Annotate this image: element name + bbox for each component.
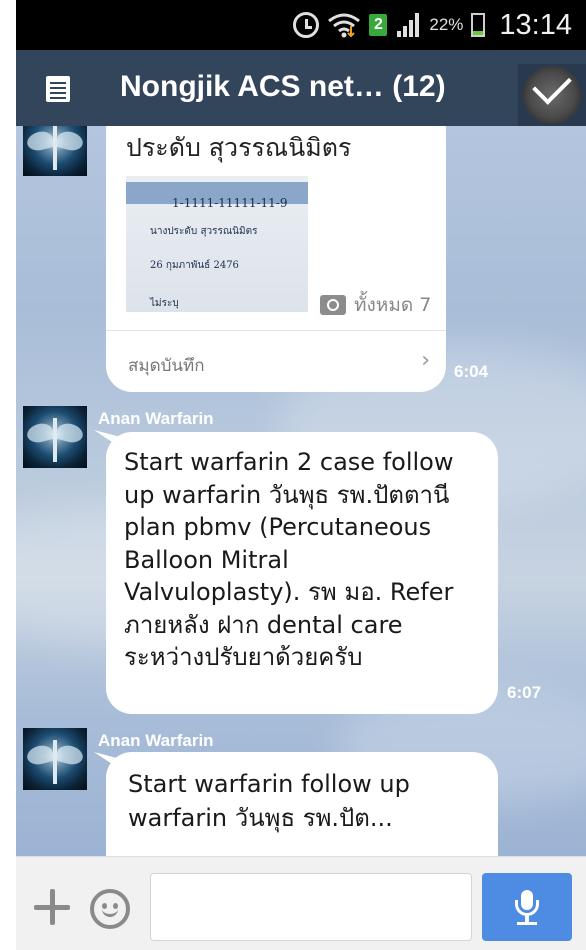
chat-header: Nongjik ACS net… (12)	[16, 50, 586, 126]
message-line: Start warfarin 2 case follow	[124, 448, 454, 476]
album-post-title: ประดับ สุวรรณนิมิตร	[126, 133, 352, 162]
note-list-icon[interactable]	[46, 76, 70, 102]
chevron-right-icon: ›	[421, 348, 430, 373]
message-line: ภายหลัง ฝาก dental care	[124, 610, 403, 639]
avatar[interactable]	[23, 126, 87, 176]
avatar[interactable]	[23, 728, 87, 790]
confirm-button[interactable]	[518, 64, 586, 126]
status-bar: 2 22% 13:14	[16, 0, 586, 50]
chat-title: Nongjik ACS net… (12)	[120, 70, 446, 103]
signal-icon	[395, 13, 421, 37]
album-post-bubble[interactable]: ประดับ สุวรรณนิมิตร 1-1111-11111-11-9 นา…	[106, 126, 446, 392]
message-list[interactable]: ประดับ สุวรรณนิมิตร 1-1111-11111-11-9 นา…	[16, 126, 586, 856]
message-line: Start warfarin follow up	[128, 770, 410, 798]
message-time: 6:04	[454, 362, 489, 381]
message-input-bar	[16, 856, 586, 950]
battery-percent: 22%	[429, 15, 464, 34]
sender-name: Anan Warfarin	[98, 731, 214, 750]
voice-message-button[interactable]	[482, 873, 572, 941]
wifi-icon	[327, 12, 361, 38]
message-line: plan pbmv (Percutaneous	[124, 513, 432, 541]
message-line: warfarin วันพุธ รพ.ปัต...	[128, 804, 393, 832]
battery-icon	[471, 13, 486, 37]
message-line: ระหว่างปรับยาด้วยครับ	[124, 643, 363, 671]
sim-slot-badge: 2	[369, 14, 388, 36]
message-bubble[interactable]: Start warfarin follow up warfarin วันพุธ…	[106, 752, 498, 856]
message-time: 6:07	[507, 683, 542, 702]
line-chat-screen: 2 22% 13:14 Nongjik ACS net… (12) ประดับ…	[16, 0, 586, 950]
emoji-icon[interactable]	[90, 889, 130, 929]
message-line: up warfarin วันพุธ รพ.ปัตตานี	[124, 480, 450, 509]
message-line: Valvuloplasty). รพ มอ. Refer	[124, 578, 454, 606]
divider	[106, 330, 446, 331]
camera-icon	[320, 295, 346, 315]
message-line: Balloon Mitral	[124, 545, 289, 574]
notes-link[interactable]: สมุดบันทึก	[128, 352, 205, 379]
alarm-icon	[293, 12, 320, 38]
sender-name: Anan Warfarin	[98, 409, 214, 428]
message-input[interactable]	[150, 873, 472, 941]
plus-icon[interactable]	[32, 887, 72, 927]
check-icon	[523, 65, 581, 124]
photo-count[interactable]: ทั้งหมด 7	[320, 290, 431, 320]
status-clock: 13:14	[499, 8, 572, 41]
avatar[interactable]	[23, 406, 87, 468]
album-photo[interactable]: 1-1111-11111-11-9 นางประดับ สุวรรณนิมิตร…	[126, 176, 308, 312]
message-bubble[interactable]: Start warfarin 2 case follow up warfarin…	[106, 432, 498, 714]
